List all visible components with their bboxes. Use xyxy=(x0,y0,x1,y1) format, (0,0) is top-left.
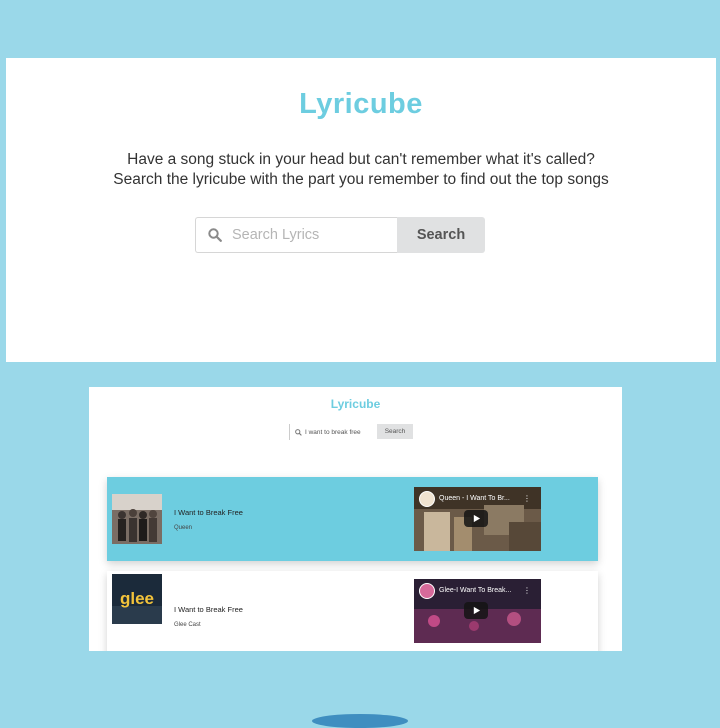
play-icon[interactable] xyxy=(464,510,488,527)
channel-avatar xyxy=(419,583,435,599)
results-search-button[interactable]: Search xyxy=(377,424,413,439)
results-search-form: I want to break free Search xyxy=(289,424,413,440)
page-title: Lyricube xyxy=(299,88,423,120)
song-info: I Want to Break Free Glee Cast xyxy=(174,605,243,628)
description-line-1: Have a song stuck in your head but can't… xyxy=(127,151,595,168)
song-title: I Want to Break Free xyxy=(174,507,243,517)
search-icon xyxy=(208,228,222,242)
decorative-arc xyxy=(312,714,408,728)
hero-panel: Lyricube Have a song stuck in your head … xyxy=(6,58,716,362)
search-button[interactable]: Search xyxy=(397,217,485,253)
results-title: Lyricube xyxy=(330,397,381,411)
video-thumbnail[interactable]: Glee-I Want To Break... ⋮ xyxy=(414,579,541,643)
more-vert-icon[interactable]: ⋮ xyxy=(523,494,531,503)
result-card[interactable]: I Want to Break Free Queen Queen - I Wan… xyxy=(107,477,598,561)
result-card[interactable]: glee I Want to Break Free Glee Cast Glee… xyxy=(107,571,598,651)
video-title: Queen - I Want To Br... xyxy=(439,495,510,502)
video-thumbnail[interactable]: Queen - I Want To Br... ⋮ xyxy=(414,487,541,551)
svg-text:glee: glee xyxy=(120,589,154,608)
page-description: Have a song stuck in your head but can't… xyxy=(6,150,716,190)
song-artist: Glee Cast xyxy=(174,621,201,628)
search-box[interactable] xyxy=(195,217,397,253)
results-search-value: I want to break free xyxy=(305,428,361,436)
song-title: I Want to Break Free xyxy=(174,604,243,614)
play-icon[interactable] xyxy=(464,602,488,619)
search-form: Search xyxy=(195,217,485,253)
album-art: glee xyxy=(112,574,162,624)
song-artist: Queen xyxy=(174,524,193,531)
song-info: I Want to Break Free Queen xyxy=(174,508,243,531)
results-screenshot: Lyricube I want to break free Search I W… xyxy=(89,387,622,651)
results-search-input[interactable]: I want to break free xyxy=(289,424,369,440)
album-art xyxy=(112,494,162,544)
search-input[interactable] xyxy=(232,227,382,243)
more-vert-icon[interactable]: ⋮ xyxy=(523,586,531,595)
channel-avatar xyxy=(419,491,435,507)
description-line-2: Search the lyricube with the part you re… xyxy=(113,171,609,188)
search-icon xyxy=(295,428,302,436)
video-title: Glee-I Want To Break... xyxy=(439,587,512,594)
